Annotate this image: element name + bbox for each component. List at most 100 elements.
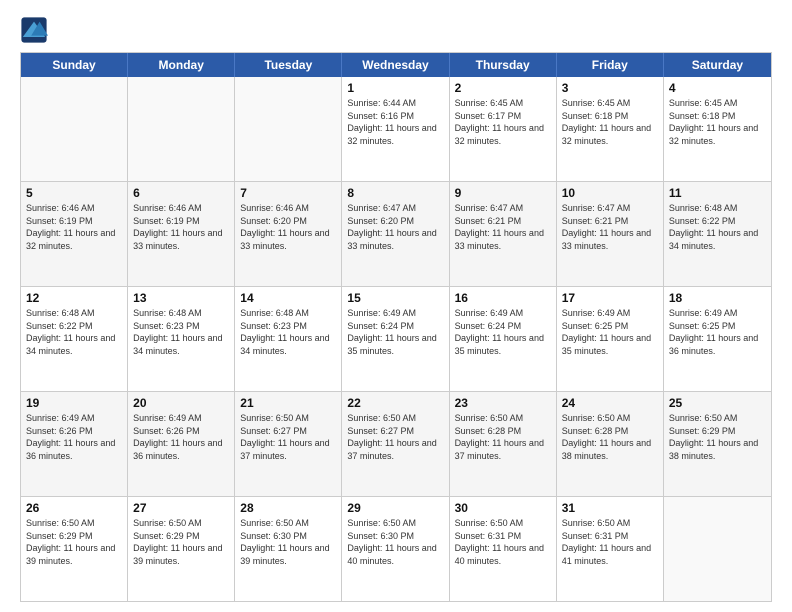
day-number: 17 bbox=[562, 291, 658, 305]
calendar-cell-day-22: 22Sunrise: 6:50 AM Sunset: 6:27 PM Dayli… bbox=[342, 392, 449, 496]
header-day-saturday: Saturday bbox=[664, 53, 771, 77]
calendar-cell-day-15: 15 Sunrise: 6:49 AM Sunset: 6:24 PM Dayli… bbox=[342, 287, 449, 391]
calendar: SundayMondayTuesdayWednesdayThursdayFrid… bbox=[20, 52, 772, 602]
header-day-wednesday: Wednesday bbox=[342, 53, 449, 77]
day-number: 29 bbox=[347, 501, 443, 515]
cell-info: Sunrise: 6:50 AM Sunset: 6:27 PM Dayligh… bbox=[240, 412, 336, 462]
calendar-cell-day-5: 5 Sunrise: 6:46 AM Sunset: 6:19 PM Daylig… bbox=[21, 182, 128, 286]
calendar-cell-day-1: 1 Sunrise: 6:44 AM Sunset: 6:16 PM Daylig… bbox=[342, 77, 449, 181]
calendar-cell-empty bbox=[128, 77, 235, 181]
cell-info: Sunrise: 6:50 AM Sunset: 6:29 PM Dayligh… bbox=[133, 517, 229, 567]
cell-info: Sunrise: 6:50 AM Sunset: 6:31 PM Dayligh… bbox=[455, 517, 551, 567]
calendar-cell-empty bbox=[664, 497, 771, 601]
calendar-cell-day-20: 20 Sunrise: 6:49 AM Sunset: 6:26 PM Dayli… bbox=[128, 392, 235, 496]
calendar-cell-day-21: 21 Sunrise: 6:50 AM Sunset: 6:27 PM Dayli… bbox=[235, 392, 342, 496]
page: SundayMondayTuesdayWednesdayThursdayFrid… bbox=[0, 0, 792, 612]
calendar-cell-day-16: 16Sunrise: 6:49 AM Sunset: 6:24 PM Dayli… bbox=[450, 287, 557, 391]
day-number: 25 bbox=[669, 396, 766, 410]
cell-info: Sunrise: 6:46 AM Sunset: 6:19 PM Dayligh… bbox=[26, 202, 122, 252]
cell-info: Sunrise: 6:45 AM Sunset: 6:18 PM Dayligh… bbox=[669, 97, 766, 147]
day-number: 1 bbox=[347, 81, 443, 95]
cell-info: Sunrise: 6:46 AM Sunset: 6:19 PM Dayligh… bbox=[133, 202, 229, 252]
calendar-cell-day-14: 14 Sunrise: 6:48 AM Sunset: 6:23 PM Dayli… bbox=[235, 287, 342, 391]
calendar-cell-day-7: 7Sunrise: 6:46 AM Sunset: 6:20 PM Daylig… bbox=[235, 182, 342, 286]
cell-info: Sunrise: 6:44 AM Sunset: 6:16 PM Dayligh… bbox=[347, 97, 443, 147]
calendar-cell-day-23: 23 Sunrise: 6:50 AM Sunset: 6:28 PM Dayli… bbox=[450, 392, 557, 496]
cell-info: Sunrise: 6:45 AM Sunset: 6:17 PM Dayligh… bbox=[455, 97, 551, 147]
day-number: 18 bbox=[669, 291, 766, 305]
day-number: 11 bbox=[669, 186, 766, 200]
day-number: 12 bbox=[26, 291, 122, 305]
day-number: 10 bbox=[562, 186, 658, 200]
calendar-row-4: 26Sunrise: 6:50 AM Sunset: 6:29 PM Dayli… bbox=[21, 496, 771, 601]
day-number: 14 bbox=[240, 291, 336, 305]
day-number: 23 bbox=[455, 396, 551, 410]
day-number: 20 bbox=[133, 396, 229, 410]
cell-info: Sunrise: 6:47 AM Sunset: 6:21 PM Dayligh… bbox=[562, 202, 658, 252]
day-number: 31 bbox=[562, 501, 658, 515]
calendar-cell-day-4: 4 Sunrise: 6:45 AM Sunset: 6:18 PM Daylig… bbox=[664, 77, 771, 181]
day-number: 8 bbox=[347, 186, 443, 200]
header-day-thursday: Thursday bbox=[450, 53, 557, 77]
day-number: 2 bbox=[455, 81, 551, 95]
calendar-cell-day-6: 6Sunrise: 6:46 AM Sunset: 6:19 PM Daylig… bbox=[128, 182, 235, 286]
calendar-cell-day-31: 31Sunrise: 6:50 AM Sunset: 6:31 PM Dayli… bbox=[557, 497, 664, 601]
cell-info: Sunrise: 6:48 AM Sunset: 6:22 PM Dayligh… bbox=[26, 307, 122, 357]
header-day-sunday: Sunday bbox=[21, 53, 128, 77]
calendar-cell-empty bbox=[21, 77, 128, 181]
cell-info: Sunrise: 6:48 AM Sunset: 6:22 PM Dayligh… bbox=[669, 202, 766, 252]
day-number: 5 bbox=[26, 186, 122, 200]
header bbox=[20, 16, 772, 44]
day-number: 21 bbox=[240, 396, 336, 410]
logo-icon bbox=[20, 16, 48, 44]
day-number: 19 bbox=[26, 396, 122, 410]
cell-info: Sunrise: 6:50 AM Sunset: 6:28 PM Dayligh… bbox=[455, 412, 551, 462]
cell-info: Sunrise: 6:49 AM Sunset: 6:24 PM Dayligh… bbox=[347, 307, 443, 357]
cell-info: Sunrise: 6:49 AM Sunset: 6:24 PM Dayligh… bbox=[455, 307, 551, 357]
logo bbox=[20, 16, 50, 44]
cell-info: Sunrise: 6:50 AM Sunset: 6:30 PM Dayligh… bbox=[240, 517, 336, 567]
day-number: 9 bbox=[455, 186, 551, 200]
calendar-row-2: 12 Sunrise: 6:48 AM Sunset: 6:22 PM Dayli… bbox=[21, 286, 771, 391]
calendar-cell-day-28: 28 Sunrise: 6:50 AM Sunset: 6:30 PM Dayli… bbox=[235, 497, 342, 601]
calendar-cell-day-30: 30Sunrise: 6:50 AM Sunset: 6:31 PM Dayli… bbox=[450, 497, 557, 601]
cell-info: Sunrise: 6:50 AM Sunset: 6:28 PM Dayligh… bbox=[562, 412, 658, 462]
cell-info: Sunrise: 6:48 AM Sunset: 6:23 PM Dayligh… bbox=[133, 307, 229, 357]
day-number: 4 bbox=[669, 81, 766, 95]
calendar-cell-day-17: 17 Sunrise: 6:49 AM Sunset: 6:25 PM Dayli… bbox=[557, 287, 664, 391]
cell-info: Sunrise: 6:47 AM Sunset: 6:21 PM Dayligh… bbox=[455, 202, 551, 252]
day-number: 15 bbox=[347, 291, 443, 305]
calendar-cell-day-19: 19 Sunrise: 6:49 AM Sunset: 6:26 PM Dayli… bbox=[21, 392, 128, 496]
cell-info: Sunrise: 6:49 AM Sunset: 6:26 PM Dayligh… bbox=[133, 412, 229, 462]
calendar-row-1: 5 Sunrise: 6:46 AM Sunset: 6:19 PM Daylig… bbox=[21, 181, 771, 286]
calendar-header: SundayMondayTuesdayWednesdayThursdayFrid… bbox=[21, 53, 771, 77]
calendar-cell-day-8: 8 Sunrise: 6:47 AM Sunset: 6:20 PM Daylig… bbox=[342, 182, 449, 286]
calendar-cell-day-29: 29 Sunrise: 6:50 AM Sunset: 6:30 PM Dayli… bbox=[342, 497, 449, 601]
cell-info: Sunrise: 6:49 AM Sunset: 6:26 PM Dayligh… bbox=[26, 412, 122, 462]
calendar-cell-empty bbox=[235, 77, 342, 181]
day-number: 27 bbox=[133, 501, 229, 515]
day-number: 22 bbox=[347, 396, 443, 410]
cell-info: Sunrise: 6:50 AM Sunset: 6:29 PM Dayligh… bbox=[26, 517, 122, 567]
cell-info: Sunrise: 6:50 AM Sunset: 6:29 PM Dayligh… bbox=[669, 412, 766, 462]
calendar-body: 1 Sunrise: 6:44 AM Sunset: 6:16 PM Daylig… bbox=[21, 77, 771, 601]
calendar-cell-day-3: 3Sunrise: 6:45 AM Sunset: 6:18 PM Daylig… bbox=[557, 77, 664, 181]
calendar-cell-day-2: 2 Sunrise: 6:45 AM Sunset: 6:17 PM Daylig… bbox=[450, 77, 557, 181]
day-number: 24 bbox=[562, 396, 658, 410]
cell-info: Sunrise: 6:49 AM Sunset: 6:25 PM Dayligh… bbox=[562, 307, 658, 357]
calendar-row-0: 1 Sunrise: 6:44 AM Sunset: 6:16 PM Daylig… bbox=[21, 77, 771, 181]
header-day-monday: Monday bbox=[128, 53, 235, 77]
header-day-tuesday: Tuesday bbox=[235, 53, 342, 77]
day-number: 28 bbox=[240, 501, 336, 515]
calendar-cell-day-27: 27 Sunrise: 6:50 AM Sunset: 6:29 PM Dayli… bbox=[128, 497, 235, 601]
calendar-cell-day-12: 12 Sunrise: 6:48 AM Sunset: 6:22 PM Dayli… bbox=[21, 287, 128, 391]
cell-info: Sunrise: 6:48 AM Sunset: 6:23 PM Dayligh… bbox=[240, 307, 336, 357]
cell-info: Sunrise: 6:47 AM Sunset: 6:20 PM Dayligh… bbox=[347, 202, 443, 252]
cell-info: Sunrise: 6:50 AM Sunset: 6:30 PM Dayligh… bbox=[347, 517, 443, 567]
calendar-cell-day-24: 24 Sunrise: 6:50 AM Sunset: 6:28 PM Dayli… bbox=[557, 392, 664, 496]
calendar-cell-day-18: 18 Sunrise: 6:49 AM Sunset: 6:25 PM Dayli… bbox=[664, 287, 771, 391]
cell-info: Sunrise: 6:49 AM Sunset: 6:25 PM Dayligh… bbox=[669, 307, 766, 357]
calendar-cell-day-26: 26Sunrise: 6:50 AM Sunset: 6:29 PM Dayli… bbox=[21, 497, 128, 601]
calendar-cell-day-25: 25 Sunrise: 6:50 AM Sunset: 6:29 PM Dayli… bbox=[664, 392, 771, 496]
cell-info: Sunrise: 6:46 AM Sunset: 6:20 PM Dayligh… bbox=[240, 202, 336, 252]
